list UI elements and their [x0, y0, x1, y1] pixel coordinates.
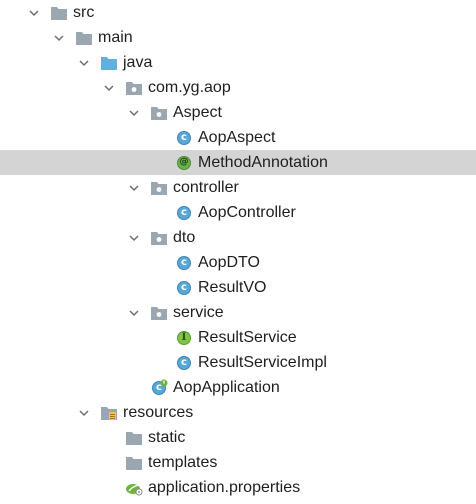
chevron-placeholder — [153, 207, 165, 219]
tree-item-methodannotation[interactable]: @ MethodAnnotation — [0, 150, 476, 175]
class-icon: c — [175, 204, 193, 222]
chevron-down-icon[interactable] — [103, 82, 115, 94]
chevron-placeholder — [153, 332, 165, 344]
tree-item-label: templates — [148, 454, 218, 471]
tree-item-src[interactable]: src — [0, 0, 476, 25]
folder-icon — [125, 429, 143, 447]
tree-item-label: ResultService — [198, 329, 297, 346]
chevron-down-icon[interactable] — [128, 232, 140, 244]
tree-item-label: ResultServiceImpl — [198, 354, 327, 371]
tree-item-label: service — [173, 304, 224, 321]
tree-item-label: java — [123, 54, 153, 71]
tree-item-service[interactable]: service — [0, 300, 476, 325]
tree-item-label: Aspect — [173, 104, 222, 121]
tree-item-static[interactable]: static — [0, 425, 476, 450]
chevron-down-icon[interactable] — [128, 107, 140, 119]
chevron-placeholder — [153, 157, 165, 169]
tree-item-resultvo[interactable]: c ResultVO — [0, 275, 476, 300]
tree-item-label: MethodAnnotation — [198, 154, 328, 171]
folder-icon — [50, 4, 68, 22]
resources-folder-icon — [100, 404, 118, 422]
tree-item-label: AopApplication — [173, 379, 280, 396]
tree-item-label: src — [73, 4, 95, 21]
tree-item-label: controller — [173, 179, 239, 196]
folder-icon — [125, 454, 143, 472]
package-icon — [150, 304, 168, 322]
tree-item-templates[interactable]: templates — [0, 450, 476, 475]
chevron-placeholder — [153, 282, 165, 294]
tree-item-aopcontroller[interactable]: c AopController — [0, 200, 476, 225]
tree-item-aopaspect[interactable]: c AopAspect — [0, 125, 476, 150]
chevron-down-icon[interactable] — [28, 7, 40, 19]
chevron-placeholder — [153, 357, 165, 369]
class-icon: c — [175, 129, 193, 147]
interface-icon: I — [175, 329, 193, 347]
class-icon: c — [175, 354, 193, 372]
tree-item-aopdto[interactable]: c AopDTO — [0, 250, 476, 275]
chevron-placeholder — [128, 382, 140, 394]
chevron-placeholder — [103, 432, 115, 444]
tree-item-label: application.properties — [148, 479, 301, 496]
chevron-placeholder — [103, 457, 115, 469]
package-icon — [150, 104, 168, 122]
package-icon — [150, 179, 168, 197]
tree-item-label: AopController — [198, 204, 296, 221]
package-icon — [125, 79, 143, 97]
chevron-placeholder — [153, 257, 165, 269]
tree-item-label: com.yg.aop — [148, 79, 231, 96]
tree-item-application-properties[interactable]: application.properties — [0, 475, 476, 500]
class-icon: c — [175, 254, 193, 272]
tree-item-java[interactable]: java — [0, 50, 476, 75]
tree-item-label: AopAspect — [198, 129, 276, 146]
tree-item-com-yg-aop[interactable]: com.yg.aop — [0, 75, 476, 100]
class-icon: c — [175, 279, 193, 297]
chevron-placeholder — [153, 132, 165, 144]
chevron-down-icon[interactable] — [78, 407, 90, 419]
package-icon — [150, 229, 168, 247]
annotation-icon: @ — [175, 154, 193, 172]
tree-item-resultserviceimpl[interactable]: c ResultServiceImpl — [0, 350, 476, 375]
tree-item-aopapplication[interactable]: c AopApplication — [0, 375, 476, 400]
tree-item-main[interactable]: main — [0, 25, 476, 50]
chevron-down-icon[interactable] — [78, 57, 90, 69]
tree-item-label: static — [148, 429, 186, 446]
chevron-placeholder — [103, 482, 115, 494]
project-tree: src main java com.yg.aop Aspect c AopAspect @ Me… — [0, 0, 476, 504]
chevron-down-icon[interactable] — [128, 307, 140, 319]
chevron-down-icon[interactable] — [53, 32, 65, 44]
tree-item-resources[interactable]: resources — [0, 400, 476, 425]
tree-item-aspect[interactable]: Aspect — [0, 100, 476, 125]
tree-item-label: dto — [173, 229, 196, 246]
tree-item-label: resources — [123, 404, 194, 421]
tree-item-label: ResultVO — [198, 279, 267, 296]
tree-item-label: AopDTO — [198, 254, 260, 271]
tree-item-controller[interactable]: controller — [0, 175, 476, 200]
folder-icon — [75, 29, 93, 47]
tree-item-resultservice[interactable]: I ResultService — [0, 325, 476, 350]
source-folder-icon — [100, 54, 118, 72]
tree-item-dto[interactable]: dto — [0, 225, 476, 250]
spring-boot-class-icon: c — [150, 379, 168, 397]
spring-properties-icon — [125, 479, 143, 497]
chevron-down-icon[interactable] — [128, 182, 140, 194]
tree-item-label: main — [98, 29, 133, 46]
